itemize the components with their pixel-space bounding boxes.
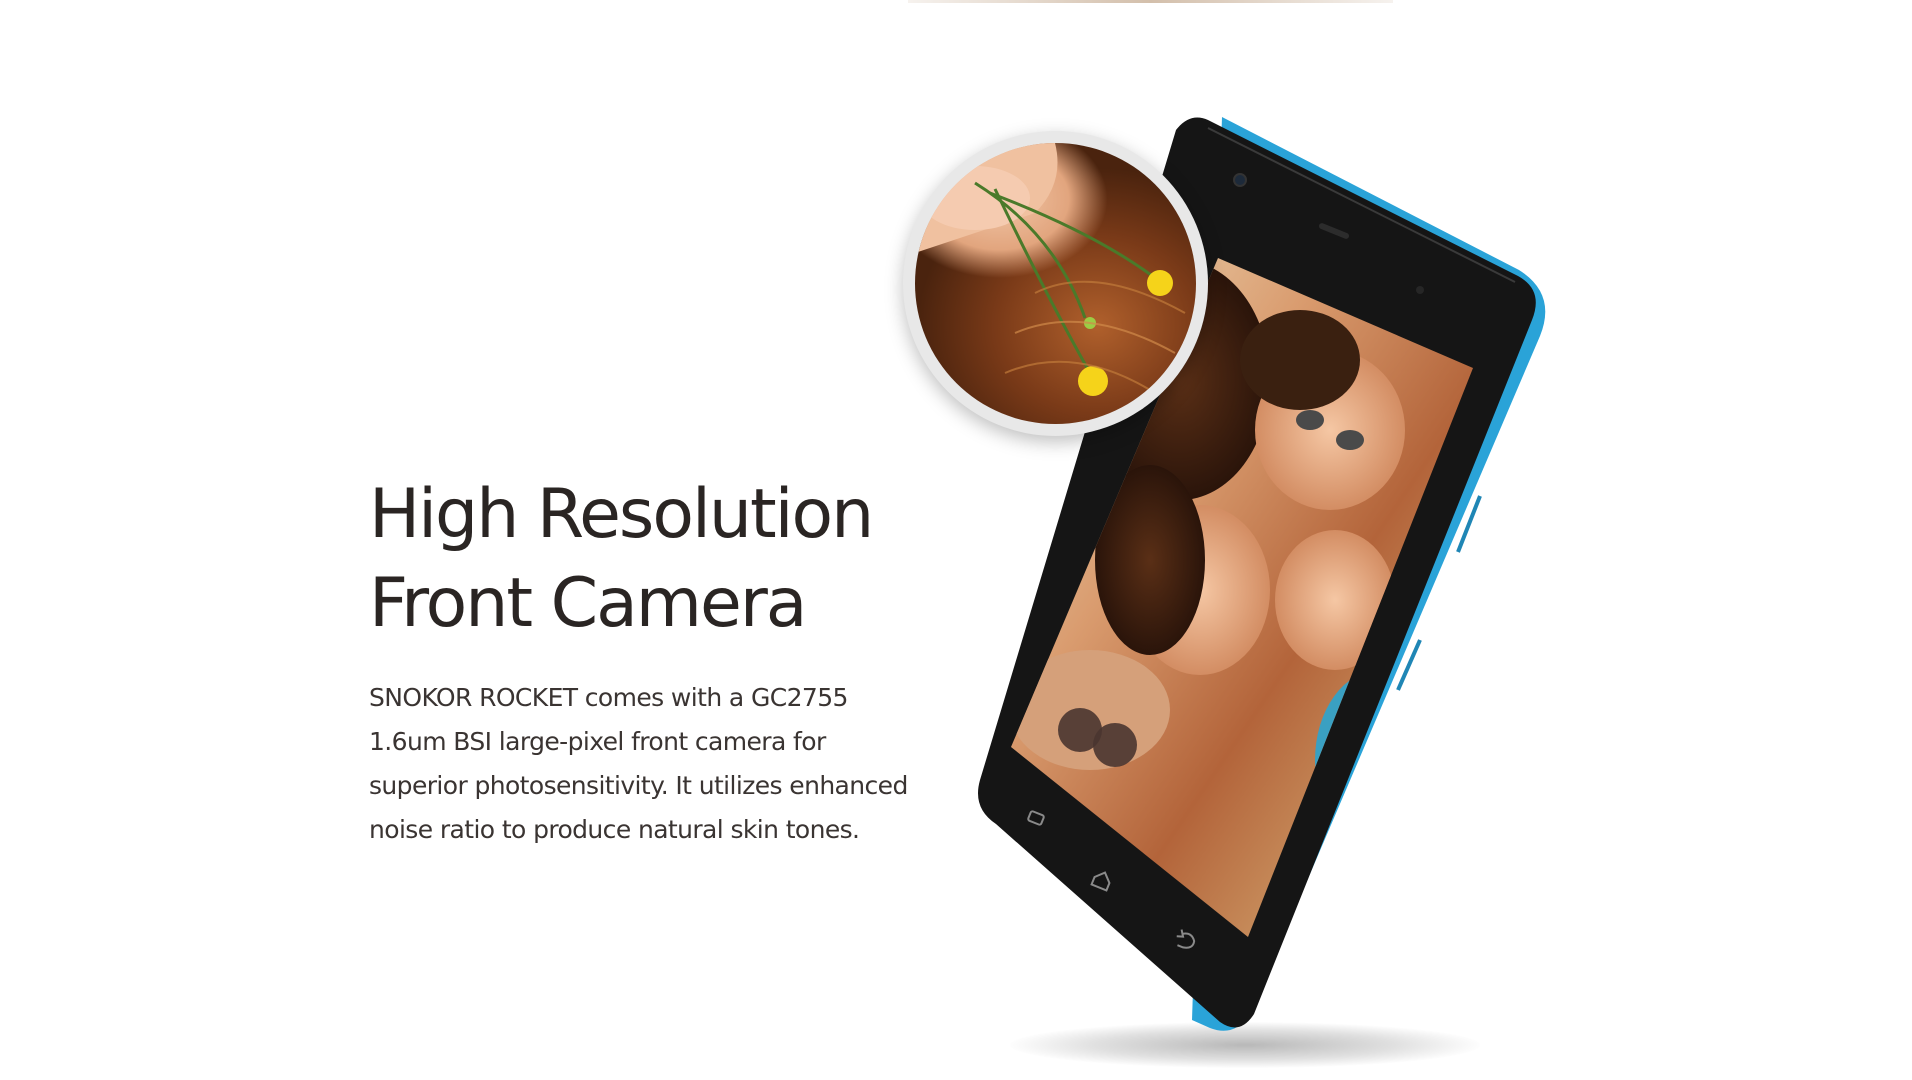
earpiece — [1318, 223, 1350, 239]
camera-zoom-callout — [903, 131, 1208, 436]
phone-side-blue — [1192, 117, 1546, 1031]
front-camera-lens — [1233, 173, 1247, 187]
product-feature-section: High Resolution Front Camera SNOKOR ROCK… — [0, 0, 1912, 1080]
headline-line-2: Front Camera — [369, 564, 807, 643]
zoom-photo — [915, 143, 1196, 424]
feature-copy: High Resolution Front Camera SNOKOR ROCK… — [369, 470, 929, 852]
description-line-4: noise ratio to produce natural skin tone… — [369, 815, 860, 844]
top-divider — [908, 0, 1393, 3]
back-icon — [1176, 929, 1196, 949]
recent-apps-icon — [1027, 810, 1045, 826]
phone-shadow — [1010, 1022, 1480, 1068]
phone-illustration — [0, 0, 1912, 1080]
headline-line-1: High Resolution — [369, 475, 874, 554]
home-icon — [1090, 871, 1111, 892]
zoom-detail-svg — [915, 143, 1186, 396]
phone-svg — [978, 117, 1546, 1031]
description-line-3: superior photosensitivity. It utilizes e… — [369, 771, 908, 800]
side-button — [1456, 495, 1482, 553]
feature-description: SNOKOR ROCKET comes with a GC2755 1.6um … — [369, 676, 929, 852]
description-line-2: 1.6um BSI large-pixel front camera for — [369, 727, 826, 756]
feature-headline: High Resolution Front Camera — [369, 470, 929, 648]
description-line-1: SNOKOR ROCKET comes with a GC2755 — [369, 683, 848, 712]
